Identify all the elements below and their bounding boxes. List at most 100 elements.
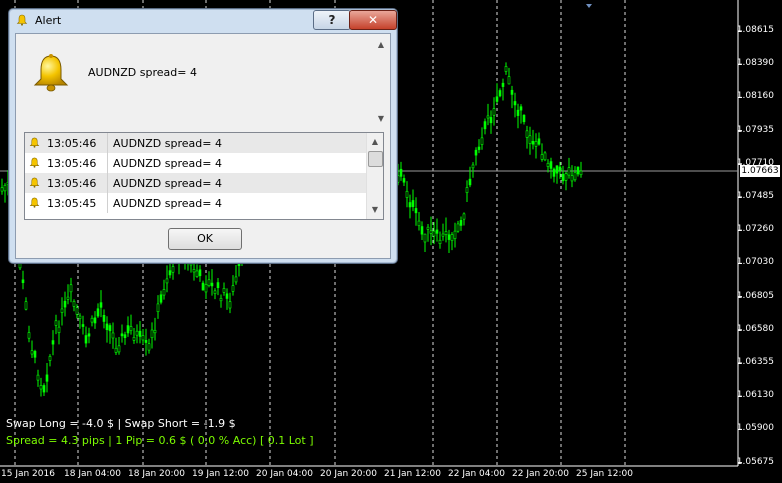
alert-titlebar[interactable]: Alert ? ✕ xyxy=(9,9,397,33)
candle-body xyxy=(567,167,571,176)
candle-body xyxy=(399,168,403,177)
candle-body xyxy=(63,300,67,308)
candle-body xyxy=(435,229,439,234)
candle-body xyxy=(96,308,100,317)
candle-body xyxy=(90,317,94,323)
candle-body xyxy=(468,178,472,186)
price-tick-label: 1.06580 xyxy=(736,323,774,334)
candle-body xyxy=(516,109,520,116)
candle-body xyxy=(129,326,133,331)
column-divider xyxy=(107,193,108,213)
price-tick-label: 1.07935 xyxy=(736,124,774,135)
price-tick-label: 1.06130 xyxy=(736,390,774,401)
price-tick-label: 1.07485 xyxy=(736,191,774,201)
candle-body xyxy=(534,141,538,147)
candle-body xyxy=(0,187,4,192)
candle-body xyxy=(171,266,175,273)
candle-body xyxy=(402,178,406,183)
scroll-up-icon[interactable]: ▲ xyxy=(368,135,382,149)
candle-body xyxy=(36,374,40,381)
price-tick-label: 1.06355 xyxy=(736,357,774,367)
candle-body xyxy=(447,234,451,240)
alert-dialog[interactable]: Alert ? ✕ AUDNZD spread= 4 ▲ ▼ 13:05:46 … xyxy=(8,8,398,264)
column-divider xyxy=(107,153,108,173)
candle-body xyxy=(141,335,145,341)
price-tick-label: 1.08390 xyxy=(736,58,774,69)
candle-body xyxy=(111,332,115,339)
date-tick-label: 18 Jan 04:00 xyxy=(64,469,121,479)
alert-message: AUDNZD spread= 4 xyxy=(88,66,197,79)
help-button[interactable]: ? xyxy=(313,10,351,30)
candle-body xyxy=(561,173,565,182)
candle-body xyxy=(150,329,154,339)
scroll-down-icon[interactable]: ▼ xyxy=(374,112,388,126)
candle-body xyxy=(78,315,82,319)
list-item[interactable]: 13:05:46 AUDNZD spread= 4 xyxy=(25,153,367,173)
scroll-up-icon[interactable]: ▲ xyxy=(374,38,388,52)
candle-body xyxy=(552,168,556,177)
candle-body xyxy=(108,325,112,332)
alert-time: 13:05:46 xyxy=(47,177,97,190)
candle-body xyxy=(165,278,169,284)
candle-body xyxy=(57,326,61,333)
list-item[interactable]: 13:05:46 AUDNZD spread= 4 xyxy=(25,133,367,153)
candle-body xyxy=(423,233,427,243)
bell-icon xyxy=(16,14,28,26)
candle-body xyxy=(123,334,127,339)
price-tick-label: 1.05675 xyxy=(736,456,774,467)
candle-body xyxy=(120,333,124,337)
candle-body xyxy=(204,284,208,293)
candle-body xyxy=(528,135,532,144)
candle-body xyxy=(27,332,31,339)
alert-time: 13:05:45 xyxy=(47,197,97,210)
candle-body xyxy=(546,163,550,167)
candle-body xyxy=(210,282,214,287)
date-tick-label: 22 Jan 20:00 xyxy=(512,469,569,479)
candle-body xyxy=(3,185,7,192)
candle-body xyxy=(510,89,514,95)
candle-body xyxy=(555,165,559,174)
candle-body xyxy=(429,230,433,234)
bell-icon xyxy=(33,54,69,92)
alert-row-message: AUDNZD spread= 4 xyxy=(113,157,222,170)
price-tick-label: 1.08160 xyxy=(736,91,774,102)
candle-body xyxy=(417,220,421,227)
candle-body xyxy=(30,350,34,355)
candle-body xyxy=(159,294,163,303)
candle-body xyxy=(531,140,535,145)
list-scrollbar[interactable]: ▲ ▼ xyxy=(366,133,383,219)
candle-body xyxy=(33,350,37,358)
candle-body xyxy=(540,154,544,160)
date-tick-label: 20 Jan 04:00 xyxy=(256,469,313,479)
candle-body xyxy=(213,290,217,294)
ok-button[interactable]: OK xyxy=(168,228,242,250)
chart-shift-marker xyxy=(586,4,592,8)
candle-body xyxy=(66,296,70,300)
list-item[interactable]: 13:05:45 AUDNZD spread= 4 xyxy=(25,193,367,213)
candle-body xyxy=(558,166,562,171)
candle-body xyxy=(81,324,85,327)
scroll-thumb[interactable] xyxy=(368,151,383,167)
alert-message-area: AUDNZD spread= 4 ▲ ▼ xyxy=(16,34,390,128)
scroll-down-icon[interactable]: ▼ xyxy=(368,203,382,217)
close-button[interactable]: ✕ xyxy=(349,10,397,30)
candle-body xyxy=(441,233,445,237)
candle-body xyxy=(438,239,442,245)
alert-history-list[interactable]: 13:05:46 AUDNZD spread= 4 13:05:46 AUDNZD s… xyxy=(24,132,384,220)
message-scrollbar[interactable]: ▲ ▼ xyxy=(374,34,388,128)
candle-body xyxy=(486,115,490,119)
candle-body xyxy=(411,200,415,207)
candle-body xyxy=(543,152,547,161)
list-item[interactable]: 13:05:46 AUDNZD spread= 4 xyxy=(25,173,367,193)
candle-body xyxy=(501,82,505,87)
candle-body xyxy=(465,187,469,193)
alert-row-message: AUDNZD spread= 4 xyxy=(113,177,222,190)
alert-content: AUDNZD spread= 4 ▲ ▼ 13:05:46 AUDNZD spre… xyxy=(15,33,391,259)
candle-body xyxy=(168,270,172,276)
candle-body xyxy=(24,301,28,310)
price-tick-label: 1.07260 xyxy=(736,224,774,235)
candle-body xyxy=(72,301,76,307)
candle-body xyxy=(117,345,121,353)
date-tick-label: 22 Jan 04:00 xyxy=(448,469,505,479)
price-tick-label: 1.08615 xyxy=(736,25,774,35)
